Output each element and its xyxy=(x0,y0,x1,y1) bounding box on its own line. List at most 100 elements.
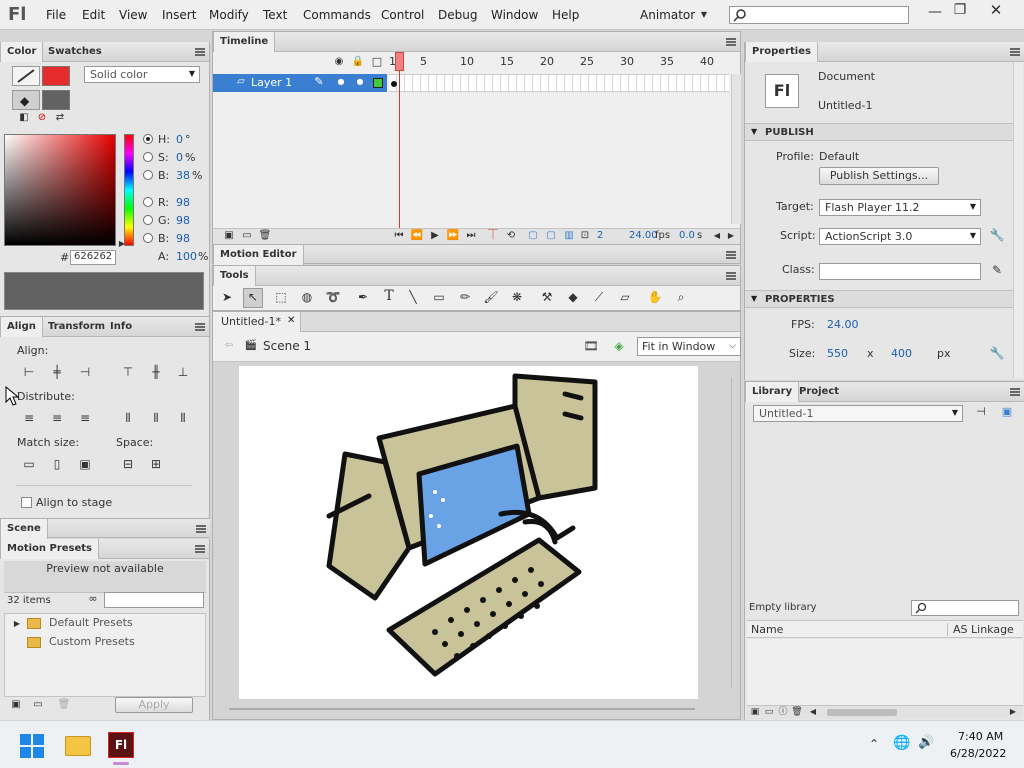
menu-window[interactable]: Window xyxy=(491,8,538,22)
folder-default-presets[interactable]: Default Presets xyxy=(49,616,133,629)
panel-menu-icon[interactable] xyxy=(726,38,736,46)
color-type-select[interactable]: Solid color ▼ xyxy=(84,66,200,83)
menu-commands[interactable]: Commands xyxy=(303,8,371,22)
menu-file[interactable]: File xyxy=(46,8,66,22)
distribute-right-icon[interactable]: ⫴ xyxy=(175,412,191,428)
radio-red[interactable] xyxy=(143,197,153,207)
space-vertical-icon[interactable]: ⊟ xyxy=(120,458,136,474)
visible-dot-icon[interactable]: ● xyxy=(333,76,349,92)
tab-timeline[interactable]: Timeline xyxy=(213,32,276,52)
target-select[interactable]: Flash Player 11.2 ▼ xyxy=(819,199,981,216)
wrench-icon[interactable]: 🔧 xyxy=(989,229,1005,245)
class-input[interactable] xyxy=(819,263,981,280)
tab-color[interactable]: Color xyxy=(0,42,44,62)
tab-swatches[interactable]: Swatches xyxy=(42,42,108,62)
distribute-horizontal-center-icon[interactable]: ⫴ xyxy=(148,412,164,428)
windows-start-icon[interactable] xyxy=(20,734,44,758)
rectangle-tool-icon[interactable]: ▭ xyxy=(431,291,447,307)
tab-library[interactable]: Library xyxy=(745,382,800,402)
tab-scene[interactable]: Scene xyxy=(0,519,48,539)
minimize-icon[interactable]: — xyxy=(927,5,943,22)
distribute-left-icon[interactable]: ⫴ xyxy=(120,412,136,428)
network-globe-icon[interactable]: 🌐 xyxy=(893,736,910,753)
subselection-tool-button[interactable]: ↖ xyxy=(243,288,263,308)
alpha-value[interactable]: 100 xyxy=(176,250,197,263)
panel-menu-icon[interactable] xyxy=(726,251,736,259)
black-white-icon[interactable]: ◧ xyxy=(16,112,32,128)
trash-icon[interactable]: 🗑 xyxy=(56,699,72,715)
tab-info[interactable]: Info xyxy=(104,317,138,337)
align-right-icon[interactable]: ⊣ xyxy=(77,366,93,382)
panel-menu-icon[interactable] xyxy=(195,545,205,553)
swap-colors-icon[interactable]: ⇄ xyxy=(52,112,68,128)
color-picker-field[interactable] xyxy=(4,134,116,246)
panel-menu-icon[interactable] xyxy=(195,48,205,56)
pin-library-icon[interactable]: ⊣ xyxy=(973,406,989,422)
fps-value[interactable]: 24.00 xyxy=(827,318,859,331)
panel-menu-icon[interactable] xyxy=(1010,48,1020,56)
line-tool-icon[interactable]: ╲ xyxy=(405,291,421,307)
menu-view[interactable]: View xyxy=(119,8,147,22)
eyedropper-tool-icon[interactable]: ⟋ xyxy=(591,291,607,307)
blue-value[interactable]: 98 xyxy=(176,232,190,245)
menu-text[interactable]: Text xyxy=(263,8,287,22)
menu-edit[interactable]: Edit xyxy=(82,8,105,22)
menu-help[interactable]: Help xyxy=(552,8,579,22)
publish-section-header[interactable]: ▼ PUBLISH xyxy=(745,123,1015,141)
properties-scrollbar[interactable] xyxy=(1013,62,1023,378)
deco-tool-icon[interactable]: ❋ xyxy=(509,291,525,307)
layer-row[interactable]: ▱ Layer 1 ✎ ● ● xyxy=(213,74,387,92)
space-horizontal-icon[interactable]: ⊞ xyxy=(148,458,164,474)
clock-date[interactable]: 6/28/2022 xyxy=(950,747,1006,760)
panel-menu-icon[interactable] xyxy=(195,323,205,331)
match-width-height-icon[interactable]: ▣ xyxy=(77,458,93,474)
hue-slider[interactable] xyxy=(124,134,134,246)
hand-tool-icon[interactable]: ✋ xyxy=(647,291,663,307)
stage-vertical-scrollbar[interactable] xyxy=(731,378,739,688)
distribute-top-icon[interactable]: ≡ xyxy=(21,412,37,428)
hue-value[interactable]: 0 xyxy=(176,133,183,146)
panel-menu-icon[interactable] xyxy=(1010,388,1020,396)
tab-motion-editor[interactable]: Motion Editor xyxy=(213,245,304,265)
properties-section-header[interactable]: ▼ PROPERTIES xyxy=(745,290,1015,308)
red-value[interactable]: 98 xyxy=(176,196,190,209)
layer-color-swatch[interactable] xyxy=(373,78,383,88)
panel-menu-icon[interactable] xyxy=(196,525,206,533)
tab-tools[interactable]: Tools xyxy=(213,266,256,286)
stage-horizontal-scrollbar[interactable] xyxy=(229,708,695,710)
distribute-bottom-icon[interactable]: ≡ xyxy=(77,412,93,428)
zoom-tool-icon[interactable]: ⌕ xyxy=(673,291,689,307)
tab-motion-presets[interactable]: Motion Presets xyxy=(0,539,100,559)
flash-app-taskbar-icon[interactable]: Fl xyxy=(108,732,134,758)
expand-arrow-icon[interactable]: ▶ xyxy=(9,618,25,634)
playhead[interactable] xyxy=(395,52,404,71)
menu-insert[interactable]: Insert xyxy=(162,8,196,22)
bone-tool-icon[interactable]: ⚒ xyxy=(539,291,555,307)
hex-input[interactable]: 626262 xyxy=(70,250,116,265)
new-preset-icon[interactable]: ▣ xyxy=(8,699,24,715)
align-horizontal-center-icon[interactable]: ╪ xyxy=(49,366,65,382)
lasso-tool-icon[interactable]: ➰ xyxy=(325,291,341,307)
eraser-tool-icon[interactable]: ▱ xyxy=(617,291,633,307)
document-tab[interactable]: Untitled-1* ✕ xyxy=(213,312,301,332)
wrench-icon[interactable]: 🔧 xyxy=(989,347,1005,363)
library-search-input[interactable] xyxy=(911,600,1019,616)
panel-menu-icon[interactable] xyxy=(726,272,736,280)
frame-cells[interactable] xyxy=(389,74,729,92)
library-document-select[interactable]: Untitled-1 ▼ xyxy=(753,405,963,422)
chevron-up-icon[interactable]: ⌃ xyxy=(866,738,882,754)
align-left-icon[interactable]: ⊢ xyxy=(21,366,37,382)
close-icon[interactable]: ✕ xyxy=(988,3,1004,20)
pen-tool-icon[interactable]: ✒ xyxy=(355,291,371,307)
speaker-icon[interactable]: 🔊 xyxy=(918,736,934,753)
align-vertical-center-icon[interactable]: ╫ xyxy=(148,366,164,382)
match-width-icon[interactable]: ▭ xyxy=(21,458,37,474)
align-bottom-icon[interactable]: ⊥ xyxy=(175,366,191,382)
stage-height[interactable]: 400 xyxy=(891,347,912,360)
close-tab-icon[interactable]: ✕ xyxy=(287,315,295,326)
back-arrow-icon[interactable]: ⇦ xyxy=(221,340,237,356)
help-search-input[interactable] xyxy=(729,6,909,24)
radio-green[interactable] xyxy=(143,215,153,225)
edit-symbols-icon[interactable]: ◈ xyxy=(611,340,627,356)
keyframe-icon[interactable] xyxy=(391,81,397,87)
